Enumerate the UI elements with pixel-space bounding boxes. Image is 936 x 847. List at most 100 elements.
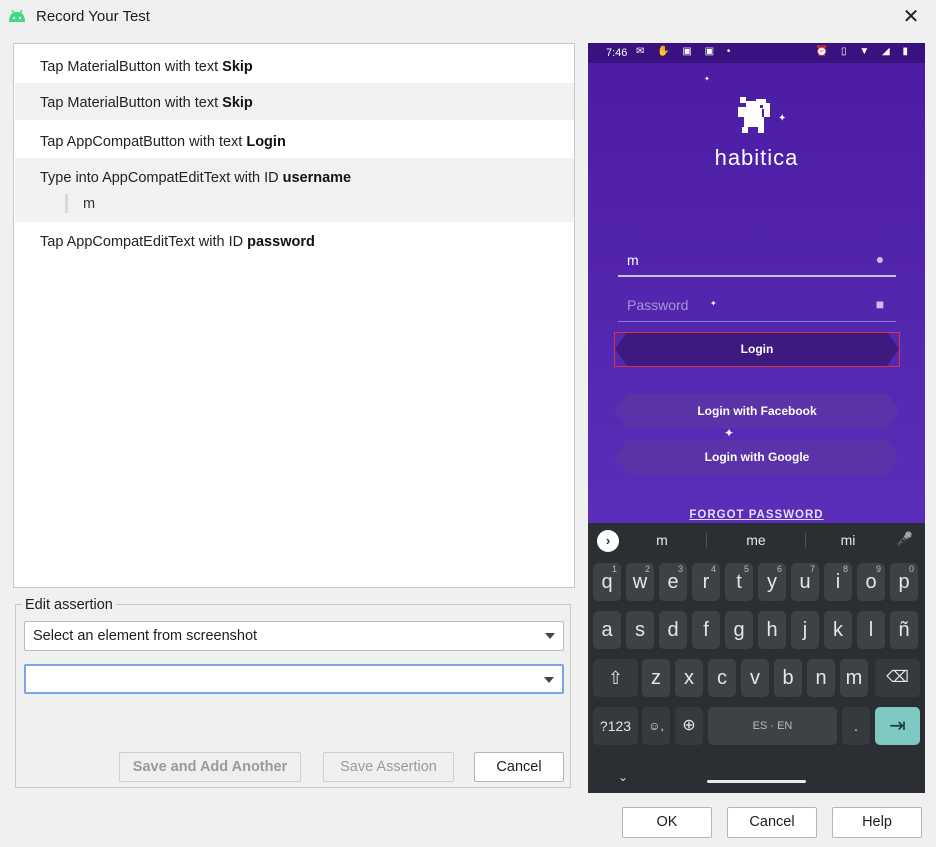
key[interactable]: k — [824, 611, 852, 649]
key[interactable]: x — [675, 659, 703, 697]
emoji-key[interactable]: ☺, — [642, 707, 670, 745]
key[interactable]: i8 — [824, 563, 852, 601]
key[interactable]: q1 — [593, 563, 621, 601]
list-item[interactable]: Tap MaterialButton with text Skip — [15, 83, 574, 120]
gesture-handle[interactable] — [707, 780, 806, 783]
notification-icons: ✉ ✋ ▣ ▣ • — [636, 46, 736, 57]
key[interactable]: j — [791, 611, 819, 649]
key[interactable]: m — [840, 659, 868, 697]
key[interactable]: w2 — [626, 563, 654, 601]
suggestion-item[interactable]: mi — [818, 532, 878, 548]
key[interactable]: b — [774, 659, 802, 697]
element-select[interactable]: Select an element from screenshot — [24, 621, 564, 651]
assertion-select[interactable] — [24, 664, 564, 694]
step-text: Tap AppCompatButton with text — [40, 134, 247, 150]
title-bar: Record Your Test ✕ — [0, 0, 936, 34]
sparkle-icon: ✦ — [710, 299, 717, 308]
step-target: Skip — [222, 59, 253, 75]
key[interactable]: t5 — [725, 563, 753, 601]
divider — [706, 533, 707, 548]
list-item[interactable]: Type into AppCompatEditText with ID user… — [15, 158, 574, 222]
space-key[interactable]: ES · EN — [708, 707, 837, 745]
microphone-icon[interactable]: 🎤 — [897, 531, 913, 547]
ok-button[interactable]: OK — [622, 807, 712, 838]
cancel-button[interactable]: Cancel — [727, 807, 817, 838]
step-text: Tap MaterialButton with text — [40, 59, 223, 75]
key[interactable]: n — [807, 659, 835, 697]
step-target: password — [247, 234, 315, 250]
save-assertion-button[interactable]: Save Assertion — [323, 752, 454, 782]
selected-element-highlight — [614, 332, 900, 367]
key[interactable]: z — [642, 659, 670, 697]
backspace-key[interactable]: ⌫ — [875, 659, 920, 697]
key[interactable]: f — [692, 611, 720, 649]
device-screenshot[interactable]: 7:46 ✉ ✋ ▣ ▣ • ⏰ ▯ ▼ ◢ ▮ ✦ ✦ habitica m … — [588, 43, 925, 793]
help-button[interactable]: Help — [832, 807, 922, 838]
key[interactable]: p0 — [890, 563, 918, 601]
divider — [805, 533, 806, 548]
step-target: Skip — [222, 95, 253, 111]
soft-keyboard[interactable]: › m me mi 🎤 q1 w2 e3 r4 t5 y6 u7 i8 o9 p… — [588, 523, 925, 793]
element-select-value: Select an element from screenshot — [33, 628, 258, 644]
save-and-add-another-button[interactable]: Save and Add Another — [119, 752, 301, 782]
android-icon — [9, 9, 25, 22]
suggestion-item[interactable]: me — [726, 532, 786, 548]
system-status-icons: ⏰ ▯ ▼ ◢ ▮ — [815, 46, 913, 57]
list-item[interactable]: Tap AppCompatButton with text Login — [15, 120, 574, 158]
list-item[interactable]: Tap AppCompatEditText with ID password — [15, 222, 574, 260]
step-text: Tap MaterialButton with text — [40, 95, 223, 111]
forgot-password-link[interactable]: FORGOT PASSWORD — [588, 509, 925, 521]
suggestion-item[interactable]: m — [632, 532, 692, 548]
shift-key[interactable]: ⇧ — [593, 659, 638, 697]
value-indent-bar — [65, 194, 68, 213]
expand-suggestions-icon[interactable]: › — [597, 530, 619, 552]
typed-value: m — [83, 196, 96, 212]
key[interactable]: g — [725, 611, 753, 649]
login-google-button[interactable]: Login with Google — [615, 440, 899, 474]
key[interactable]: y6 — [758, 563, 786, 601]
keyboard-row-4: ?123 ☺, ⊕ ES · EN . ⇥ — [588, 707, 925, 747]
key[interactable]: a — [593, 611, 621, 649]
login-facebook-button[interactable]: Login with Facebook — [615, 394, 899, 428]
app-brand-name: habitica — [714, 145, 799, 170]
sparkle-icon: ✦ — [704, 76, 710, 83]
key[interactable]: ñ — [890, 611, 918, 649]
step-text: Tap AppCompatEditText with ID — [40, 234, 248, 250]
keyboard-row-3: ⇧ z x c v b n m ⌫ — [588, 659, 925, 699]
edit-assertion-legend: Edit assertion — [22, 597, 116, 613]
key[interactable]: h — [758, 611, 786, 649]
key[interactable]: c — [708, 659, 736, 697]
password-placeholder: Password — [627, 297, 689, 313]
assertion-cancel-button[interactable]: Cancel — [474, 752, 564, 782]
user-icon: ● — [875, 251, 885, 267]
globe-icon[interactable]: ⊕ — [675, 707, 703, 745]
symbols-key[interactable]: ?123 — [593, 707, 638, 745]
status-bar: 7:46 ✉ ✋ ▣ ▣ • ⏰ ▯ ▼ ◢ ▮ — [588, 43, 925, 63]
key[interactable]: r4 — [692, 563, 720, 601]
navigation-bar: ⌄ — [588, 770, 925, 793]
key[interactable]: s — [626, 611, 654, 649]
key[interactable]: e3 — [659, 563, 687, 601]
close-icon[interactable]: ✕ — [900, 6, 922, 28]
username-field[interactable]: m ● — [618, 241, 896, 277]
hide-keyboard-icon[interactable]: ⌄ — [618, 770, 628, 784]
list-item[interactable]: Tap MaterialButton with text Skip — [15, 45, 574, 82]
key[interactable]: v — [741, 659, 769, 697]
login-screen: ✦ ✦ habitica m ● Password ✦ ■ Login Logi… — [588, 63, 925, 523]
recorded-steps-list[interactable]: Tap MaterialButton with text Skip Tap Ma… — [13, 43, 575, 588]
period-key[interactable]: . — [842, 707, 870, 745]
key[interactable]: u7 — [791, 563, 819, 601]
sparkle-icon: ✦ — [778, 113, 787, 124]
status-time: 7:46 — [606, 47, 628, 59]
enter-key[interactable]: ⇥ — [875, 707, 920, 745]
chevron-down-icon[interactable] — [545, 633, 555, 639]
password-field[interactable]: Password ✦ ■ — [618, 286, 896, 322]
chevron-down-icon[interactable] — [544, 677, 554, 683]
key[interactable]: l — [857, 611, 885, 649]
step-target: username — [282, 170, 352, 186]
step-target: Login — [246, 134, 286, 150]
username-value: m — [627, 252, 639, 268]
sparkle-icon: ✦ — [724, 426, 735, 440]
key[interactable]: o9 — [857, 563, 885, 601]
key[interactable]: d — [659, 611, 687, 649]
